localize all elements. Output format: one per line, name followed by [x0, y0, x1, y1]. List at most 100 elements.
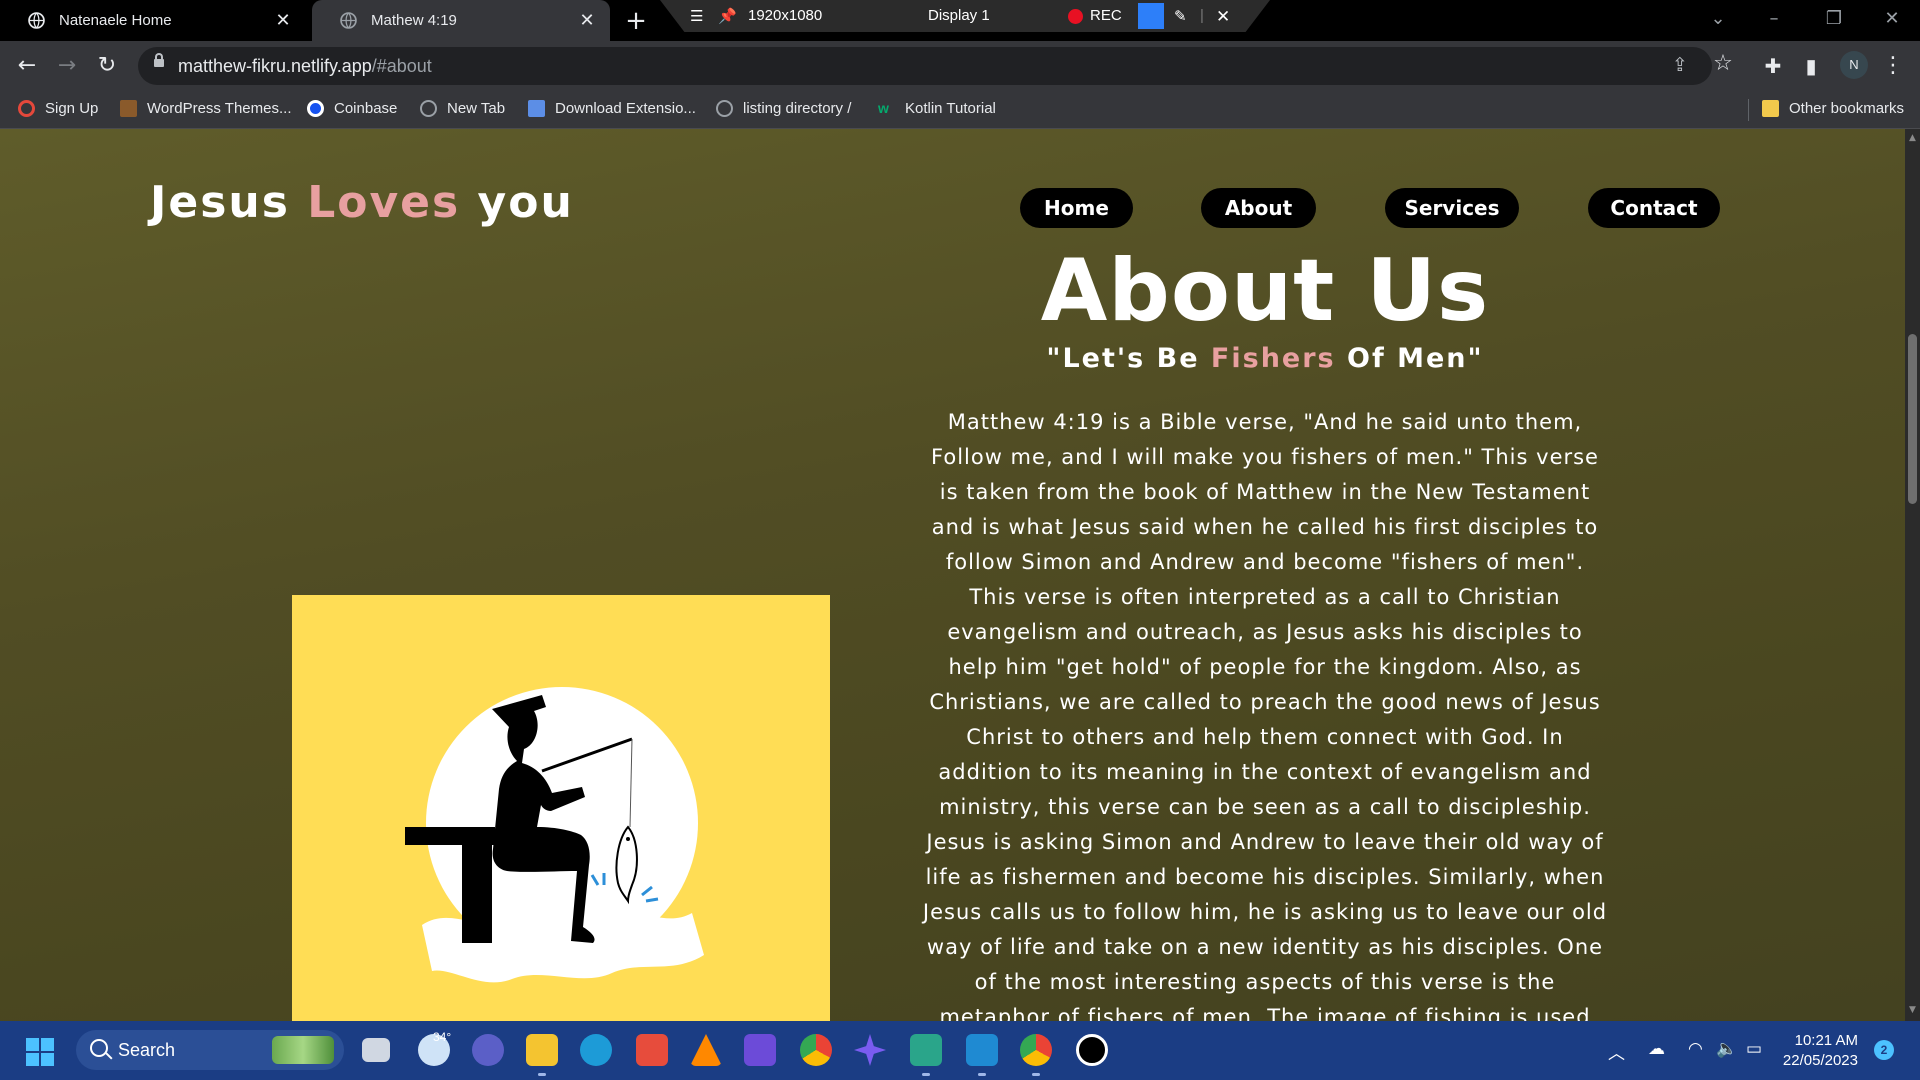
nav-contact[interactable]: Contact [1588, 188, 1720, 228]
new-tab-button[interactable]: + [620, 7, 652, 35]
store-icon[interactable] [636, 1034, 668, 1066]
nav-services[interactable]: Services [1385, 188, 1519, 228]
globe-icon [28, 12, 45, 29]
bookmark-kotlin-tutorial[interactable]: w Kotlin Tutorial [878, 100, 996, 117]
scrollbar-thumb[interactable] [1908, 334, 1917, 504]
menu-icon[interactable]: ☰ [690, 7, 703, 25]
bookmark-sign-up[interactable]: Sign Up [18, 100, 98, 117]
close-recorder-icon[interactable]: ✕ [1216, 7, 1230, 27]
folder-icon [1762, 100, 1779, 117]
file-explorer-icon[interactable] [526, 1034, 558, 1066]
notification-badge[interactable]: 2 [1874, 1040, 1894, 1060]
bookmark-download-extension[interactable]: Download Extensio... [528, 100, 696, 117]
vscode-icon[interactable] [966, 1034, 998, 1066]
back-icon[interactable]: ← [12, 51, 42, 81]
extension-icon [528, 100, 545, 117]
cloud-sync-icon[interactable]: ☁ [1648, 1039, 1665, 1059]
pin-icon[interactable]: 📌 [718, 7, 737, 25]
tab-natenaele-home[interactable]: Natenaele Home ✕ [0, 0, 306, 41]
edge-icon[interactable] [580, 1034, 612, 1066]
close-tab-icon[interactable]: ✕ [578, 11, 596, 29]
tab-mathew-4-19[interactable]: Mathew 4:19 ✕ [312, 0, 610, 41]
bookmarks-bar: Sign Up WordPress Themes... Coinbase New… [0, 91, 1920, 129]
share-icon[interactable]: ⇪ [1672, 54, 1688, 76]
clock-date: 22/05/2023 [1782, 1052, 1858, 1069]
fisherman-illustration [292, 595, 830, 1021]
site-logo[interactable]: Jesus Loves you [150, 177, 574, 228]
scroll-up-icon[interactable]: ▲ [1908, 133, 1917, 143]
start-button[interactable] [26, 1038, 54, 1066]
tab-bar: Natenaele Home ✕ Mathew 4:19 ✕ + ☰ 📌 192… [0, 0, 1920, 41]
search-label: Search [118, 1040, 176, 1060]
camera-icon[interactable] [1138, 3, 1164, 29]
search-icon [90, 1039, 108, 1057]
extensions-icon[interactable]: ✚ [1758, 51, 1788, 81]
clock-time: 10:21 AM [1794, 1032, 1858, 1049]
battery-icon[interactable]: ▭ [1746, 1039, 1762, 1059]
running-indicator [538, 1073, 546, 1076]
teams-chat-icon[interactable] [472, 1034, 504, 1066]
show-hidden-icons[interactable]: ︿ [1608, 1039, 1625, 1064]
tab-title: Mathew 4:19 [371, 12, 457, 29]
more-menu-icon[interactable]: ⋮ [1878, 51, 1908, 81]
close-window-icon[interactable]: ✕ [1880, 8, 1904, 29]
copilot-icon[interactable] [854, 1034, 886, 1066]
task-view-icon[interactable] [362, 1038, 390, 1062]
chrome-profile-icon[interactable] [1020, 1034, 1052, 1066]
about-subtitle: "Let's Be Fishers Of Men" [1046, 343, 1484, 374]
side-panel-icon[interactable]: ▮ [1796, 51, 1826, 81]
windows-taskbar: Search 34° ︿ ☁ ◠ 🔈 ▭ 10:21 AM 22/05/2023… [0, 1021, 1920, 1080]
bookmark-coinbase[interactable]: Coinbase [307, 100, 397, 117]
profile-avatar[interactable]: N [1840, 51, 1868, 79]
close-tab-icon[interactable]: ✕ [274, 11, 292, 29]
bookmark-wordpress-themes[interactable]: WordPress Themes... [120, 100, 292, 117]
running-indicator [978, 1073, 986, 1076]
wordpress-icon [120, 100, 137, 117]
scroll-down-icon[interactable]: ▼ [1908, 1005, 1917, 1015]
screen-recorder-bar: ☰ 📌 1920x1080 Display 1 REC ✎ | ✕ [660, 0, 1270, 32]
media-player-icon[interactable] [744, 1034, 776, 1066]
restore-icon[interactable]: ❐ [1822, 8, 1846, 29]
forward-icon[interactable]: → [52, 51, 82, 81]
taskbar-clock[interactable]: 10:21 AM 22/05/2023 [1778, 1031, 1858, 1071]
divider [1748, 99, 1749, 121]
globe-icon [340, 12, 357, 29]
globe-icon [716, 100, 733, 117]
running-indicator [1032, 1073, 1040, 1076]
page-scrollbar[interactable]: ▲ ▼ [1905, 129, 1920, 1021]
chrome-icon[interactable] [800, 1034, 832, 1066]
bookmark-star-icon[interactable]: ☆ [1708, 49, 1738, 79]
coinbase-icon [307, 100, 324, 117]
about-body-text: Matthew 4:19 is a Bible verse, "And he s… [922, 410, 1608, 1021]
address-bar[interactable]: matthew-fikru.netlify.app/#about ⇪ [138, 47, 1712, 85]
recorder-app-icon[interactable] [1076, 1034, 1108, 1066]
lock-icon[interactable] [154, 53, 164, 67]
record-dot-icon [1068, 9, 1083, 24]
recorder-resolution: 1920x1080 [748, 7, 823, 24]
w3-icon: w [878, 100, 889, 116]
rec-button[interactable]: REC [1090, 7, 1122, 24]
search-highlight-image [272, 1036, 334, 1064]
pen-icon[interactable]: ✎ [1174, 7, 1187, 25]
nav-about[interactable]: About [1201, 188, 1316, 228]
other-bookmarks[interactable]: Other bookmarks [1762, 100, 1904, 117]
vlc-icon[interactable] [690, 1034, 722, 1066]
opera-icon [18, 100, 35, 117]
nav-home[interactable]: Home [1020, 188, 1133, 228]
page-viewport: Jesus Loves you Home About Services Cont… [0, 129, 1905, 1021]
tab-title: Natenaele Home [59, 12, 172, 29]
wifi-icon[interactable]: ◠ [1688, 1039, 1703, 1059]
bookmark-new-tab[interactable]: New Tab [420, 100, 505, 117]
minimize-icon[interactable]: – [1762, 8, 1786, 29]
globe-icon [420, 100, 437, 117]
tab-search-icon[interactable]: ⌄ [1706, 8, 1730, 29]
recorder-display[interactable]: Display 1 [928, 7, 990, 24]
divider: | [1200, 7, 1204, 24]
taskbar-search[interactable]: Search [76, 1030, 344, 1070]
about-title: About Us [1040, 241, 1490, 341]
chatgpt-icon[interactable] [910, 1034, 942, 1066]
bookmark-listing-directory[interactable]: listing directory / [716, 100, 851, 117]
volume-icon[interactable]: 🔈 [1716, 1039, 1737, 1059]
reload-icon[interactable]: ↻ [92, 51, 122, 81]
url-text[interactable]: matthew-fikru.netlify.app/#about [178, 56, 432, 77]
